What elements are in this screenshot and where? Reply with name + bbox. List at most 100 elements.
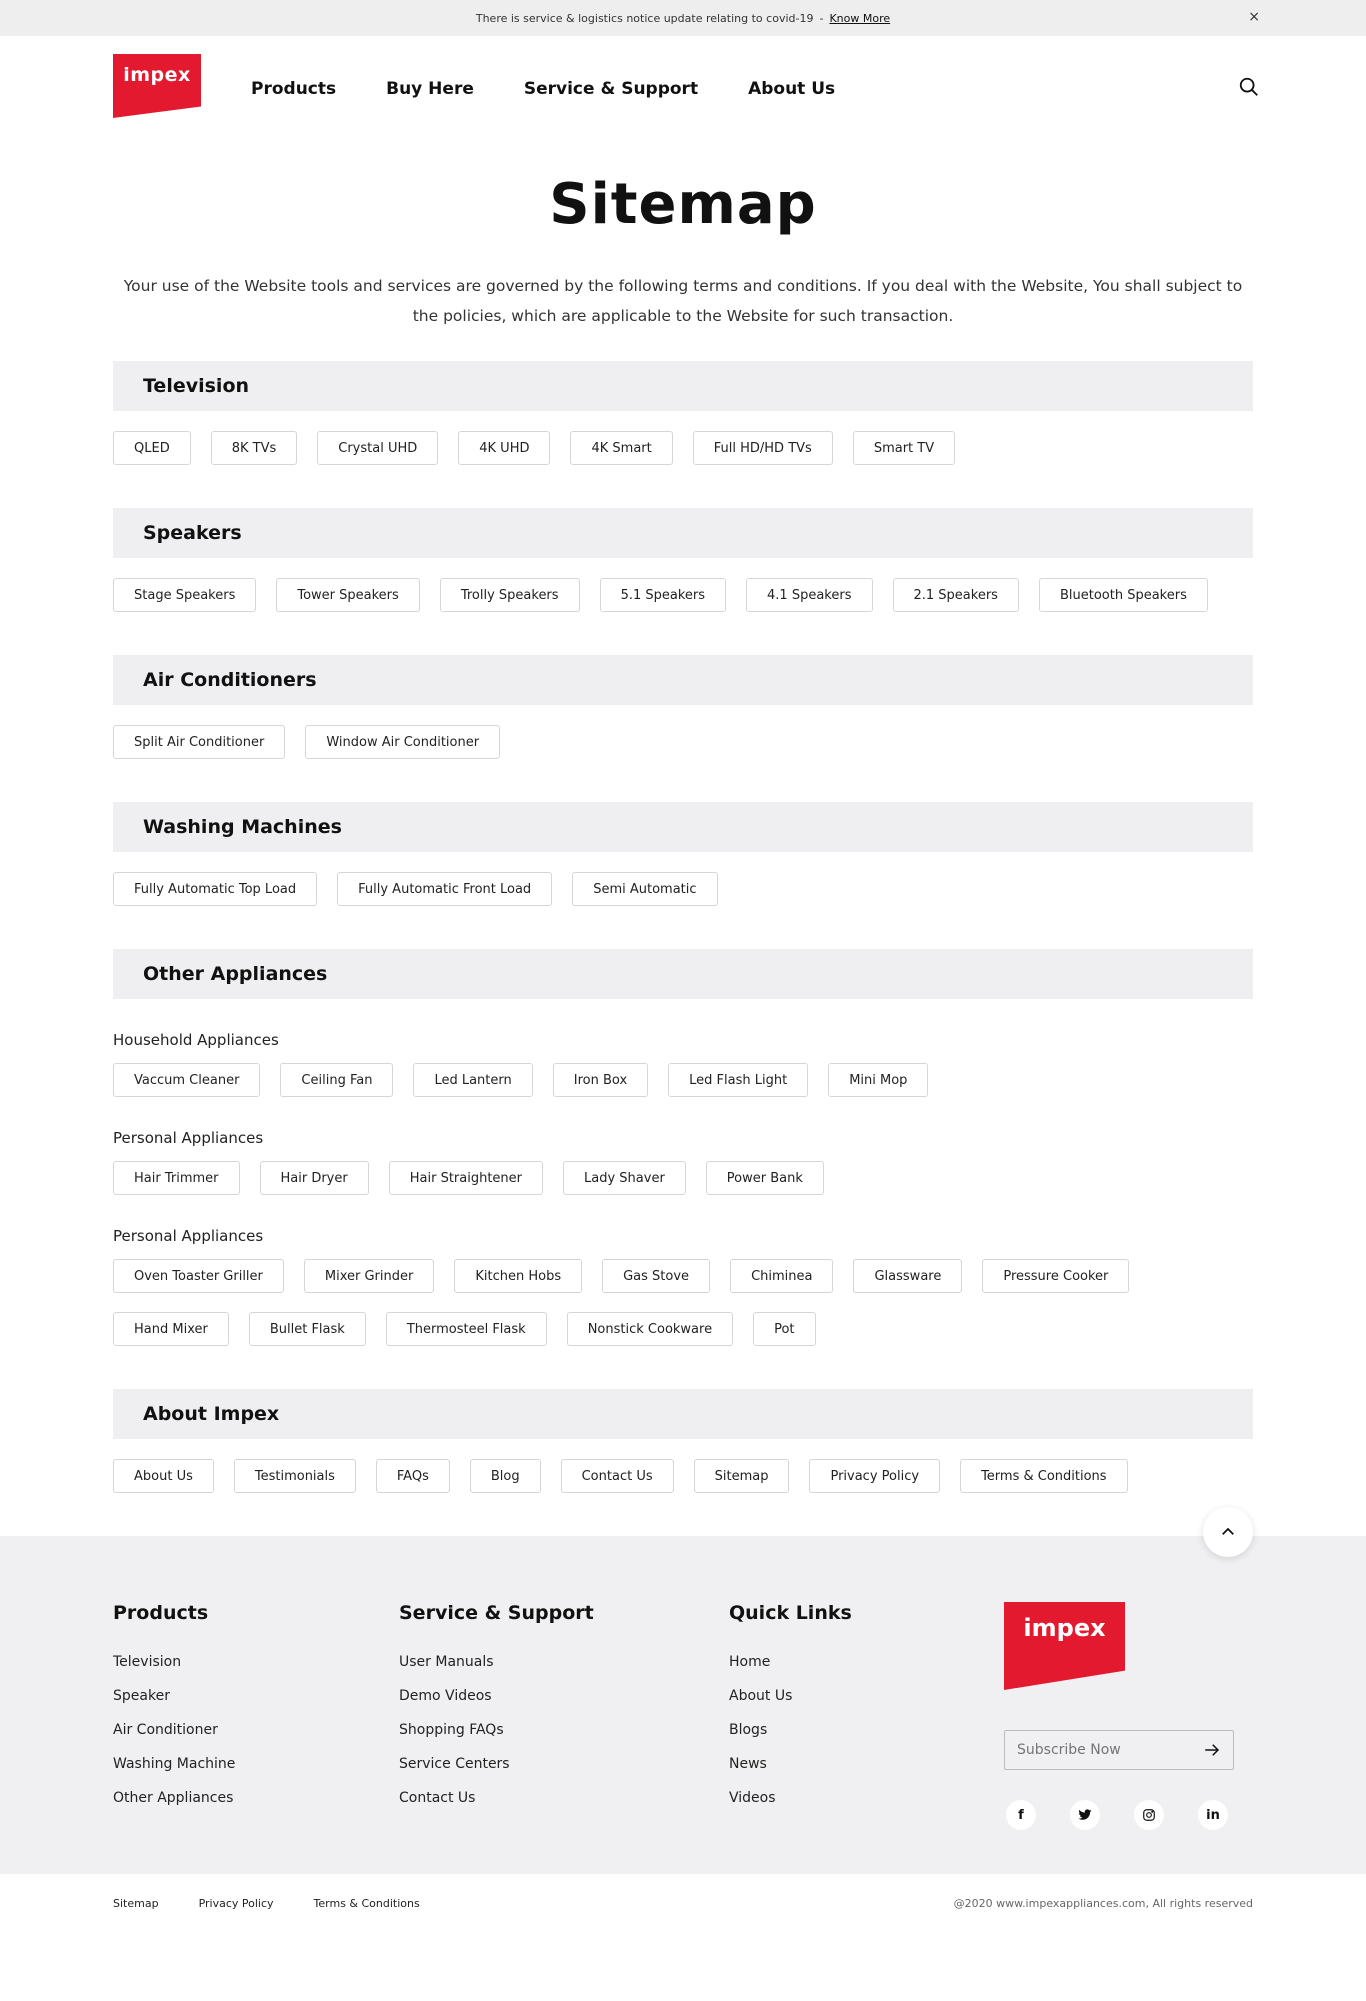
twitter-icon[interactable] — [1070, 1800, 1100, 1830]
nav-service-support[interactable]: Service & Support — [524, 79, 698, 99]
tag-4-1-speakers[interactable]: 4.1 Speakers — [746, 578, 873, 612]
impex-logo[interactable]: impex — [113, 54, 201, 118]
tag-5-1-speakers[interactable]: 5.1 Speakers — [599, 578, 727, 612]
facebook-icon[interactable]: f — [1006, 1800, 1036, 1830]
tag-kitchen-hobs[interactable]: Kitchen Hobs — [454, 1259, 583, 1293]
tag-blog[interactable]: Blog — [469, 1459, 541, 1493]
chevron-up-icon — [1222, 1527, 1234, 1535]
link-contact-us[interactable]: Contact Us — [399, 1790, 729, 1806]
subscribe-input[interactable] — [1017, 1742, 1187, 1758]
tag-vaccum-cleaner[interactable]: Vaccum Cleaner — [113, 1063, 261, 1097]
tag-chiminea[interactable]: Chiminea — [730, 1259, 834, 1293]
tag-about-us[interactable]: About Us — [113, 1459, 214, 1493]
site-footer: Products Television Speaker Air Conditione… — [0, 1507, 1366, 1874]
tag-bullet-flask[interactable]: Bullet Flask — [248, 1312, 366, 1346]
link-blogs[interactable]: Blogs — [729, 1722, 1004, 1738]
tag-pressure-cooker[interactable]: Pressure Cooker — [982, 1259, 1130, 1293]
tag-bluetooth-speakers[interactable]: Bluetooth Speakers — [1038, 578, 1208, 612]
tag-led-flash-light[interactable]: Led Flash Light — [668, 1063, 809, 1097]
link-home[interactable]: Home — [729, 1654, 1004, 1670]
tag-tower-speakers[interactable]: Tower Speakers — [276, 578, 420, 612]
nav-products[interactable]: Products — [251, 79, 336, 99]
tag-hand-mixer[interactable]: Hand Mixer — [113, 1312, 229, 1346]
link-air-conditioner[interactable]: Air Conditioner — [113, 1722, 399, 1738]
tag-list: Fully Automatic Top Load Fully Automatic … — [113, 872, 1253, 906]
link-demo-videos[interactable]: Demo Videos — [399, 1688, 729, 1704]
tag-gas-stove[interactable]: Gas Stove — [602, 1259, 711, 1293]
tag-mixer-grinder[interactable]: Mixer Grinder — [303, 1259, 435, 1293]
section-heading: About Impex — [113, 1389, 1253, 1439]
section-speakers: Speakers Stage Speakers Tower Speakers Tro… — [113, 508, 1253, 612]
footer-heading: Service & Support — [399, 1602, 594, 1624]
tag-qled[interactable]: QLED — [113, 431, 191, 465]
notice-bar: There is service & logistics notice upda… — [0, 0, 1366, 36]
link-about-us[interactable]: About Us — [729, 1688, 1004, 1704]
link-washing-machine[interactable]: Washing Machine — [113, 1756, 399, 1772]
tag-4k-smart[interactable]: 4K Smart — [570, 431, 673, 465]
notice-text: There is service & logistics notice upda… — [475, 11, 814, 25]
tag-terms-conditions[interactable]: Terms & Conditions — [960, 1459, 1128, 1493]
link-shopping-faqs[interactable]: Shopping FAQs — [399, 1722, 729, 1738]
tag-semi-automatic[interactable]: Semi Automatic — [572, 872, 718, 906]
link-terms-conditions[interactable]: Terms & Conditions — [314, 1897, 420, 1910]
linkedin-icon[interactable]: in — [1198, 1800, 1228, 1830]
close-icon[interactable]: × — [1248, 9, 1260, 25]
nav-buy-here[interactable]: Buy Here — [386, 79, 474, 99]
link-sitemap[interactable]: Sitemap — [113, 1897, 159, 1910]
tag-lady-shaver[interactable]: Lady Shaver — [563, 1161, 686, 1195]
tag-smart-tv[interactable]: Smart TV — [852, 431, 956, 465]
link-news[interactable]: News — [729, 1756, 1004, 1772]
footer-logo[interactable]: impex — [1004, 1602, 1125, 1690]
tag-hair-straightener[interactable]: Hair Straightener — [388, 1161, 544, 1195]
tag-crystal-uhd[interactable]: Crystal UHD — [317, 431, 439, 465]
footer-heading: Products — [113, 1602, 209, 1624]
link-privacy-policy[interactable]: Privacy Policy — [199, 1897, 274, 1910]
link-other-appliances[interactable]: Other Appliances — [113, 1790, 399, 1806]
social-links: f in — [1004, 1800, 1234, 1830]
tag-privacy-policy[interactable]: Privacy Policy — [809, 1459, 941, 1493]
tag-trolly-speakers[interactable]: Trolly Speakers — [439, 578, 580, 612]
section-washing-machines: Washing Machines Fully Automatic Top Loa… — [113, 802, 1253, 906]
tag-fully-automatic-front-load[interactable]: Fully Automatic Front Load — [337, 872, 553, 906]
link-user-manuals[interactable]: User Manuals — [399, 1654, 729, 1670]
tag-thermosteel-flask[interactable]: Thermosteel Flask — [385, 1312, 547, 1346]
tag-iron-box[interactable]: Iron Box — [552, 1063, 649, 1097]
nav-about-us[interactable]: About Us — [748, 79, 835, 99]
tag-full-hd-hd-tvs[interactable]: Full HD/HD TVs — [692, 431, 833, 465]
tag-oven-toaster-griller[interactable]: Oven Toaster Griller — [113, 1259, 284, 1293]
tag-pot[interactable]: Pot — [753, 1312, 816, 1346]
link-service-centers[interactable]: Service Centers — [399, 1756, 729, 1772]
link-videos[interactable]: Videos — [729, 1790, 1004, 1806]
footer-link-list: Television Speaker Air Conditioner Washing … — [113, 1654, 399, 1806]
tag-glassware[interactable]: Glassware — [853, 1259, 963, 1293]
tag-2-1-speakers[interactable]: 2.1 Speakers — [892, 578, 1019, 612]
footer-service: Service & Support User Manuals Demo Video… — [399, 1602, 729, 1874]
footer-link-list: Home About Us Blogs News Videos — [729, 1654, 1004, 1806]
tag-faqs[interactable]: FAQs — [375, 1459, 450, 1493]
tag-mini-mop[interactable]: Mini Mop — [828, 1063, 929, 1097]
tag-4k-uhd[interactable]: 4K UHD — [458, 431, 551, 465]
tag-window-air-conditioner[interactable]: Window Air Conditioner — [305, 725, 501, 759]
tag-contact-us[interactable]: Contact Us — [560, 1459, 674, 1493]
know-more-link[interactable]: Know More — [829, 12, 890, 25]
bottom-links: Sitemap Privacy Policy Terms & Conditions — [113, 1897, 460, 1910]
tag-power-bank[interactable]: Power Bank — [705, 1161, 824, 1195]
tag-stage-speakers[interactable]: Stage Speakers — [113, 578, 257, 612]
footer-link-list: User Manuals Demo Videos Shopping FAQs Serv… — [399, 1654, 729, 1806]
tag-testimonials[interactable]: Testimonials — [233, 1459, 356, 1493]
tag-hair-trimmer[interactable]: Hair Trimmer — [113, 1161, 240, 1195]
tag-hair-dryer[interactable]: Hair Dryer — [259, 1161, 369, 1195]
instagram-icon[interactable] — [1134, 1800, 1164, 1830]
tag-ceiling-fan[interactable]: Ceiling Fan — [280, 1063, 394, 1097]
tag-fully-automatic-top-load[interactable]: Fully Automatic Top Load — [113, 872, 318, 906]
tag-8k-tvs[interactable]: 8K TVs — [210, 431, 298, 465]
link-television[interactable]: Television — [113, 1654, 399, 1670]
link-speaker[interactable]: Speaker — [113, 1688, 399, 1704]
arrow-right-icon[interactable] — [1203, 1741, 1221, 1759]
tag-sitemap[interactable]: Sitemap — [693, 1459, 790, 1493]
search-icon[interactable] — [1238, 76, 1260, 98]
tag-nonstick-cookware[interactable]: Nonstick Cookware — [566, 1312, 734, 1346]
scroll-top-button[interactable] — [1203, 1507, 1253, 1557]
tag-led-lantern[interactable]: Led Lantern — [413, 1063, 533, 1097]
tag-split-air-conditioner[interactable]: Split Air Conditioner — [113, 725, 286, 759]
